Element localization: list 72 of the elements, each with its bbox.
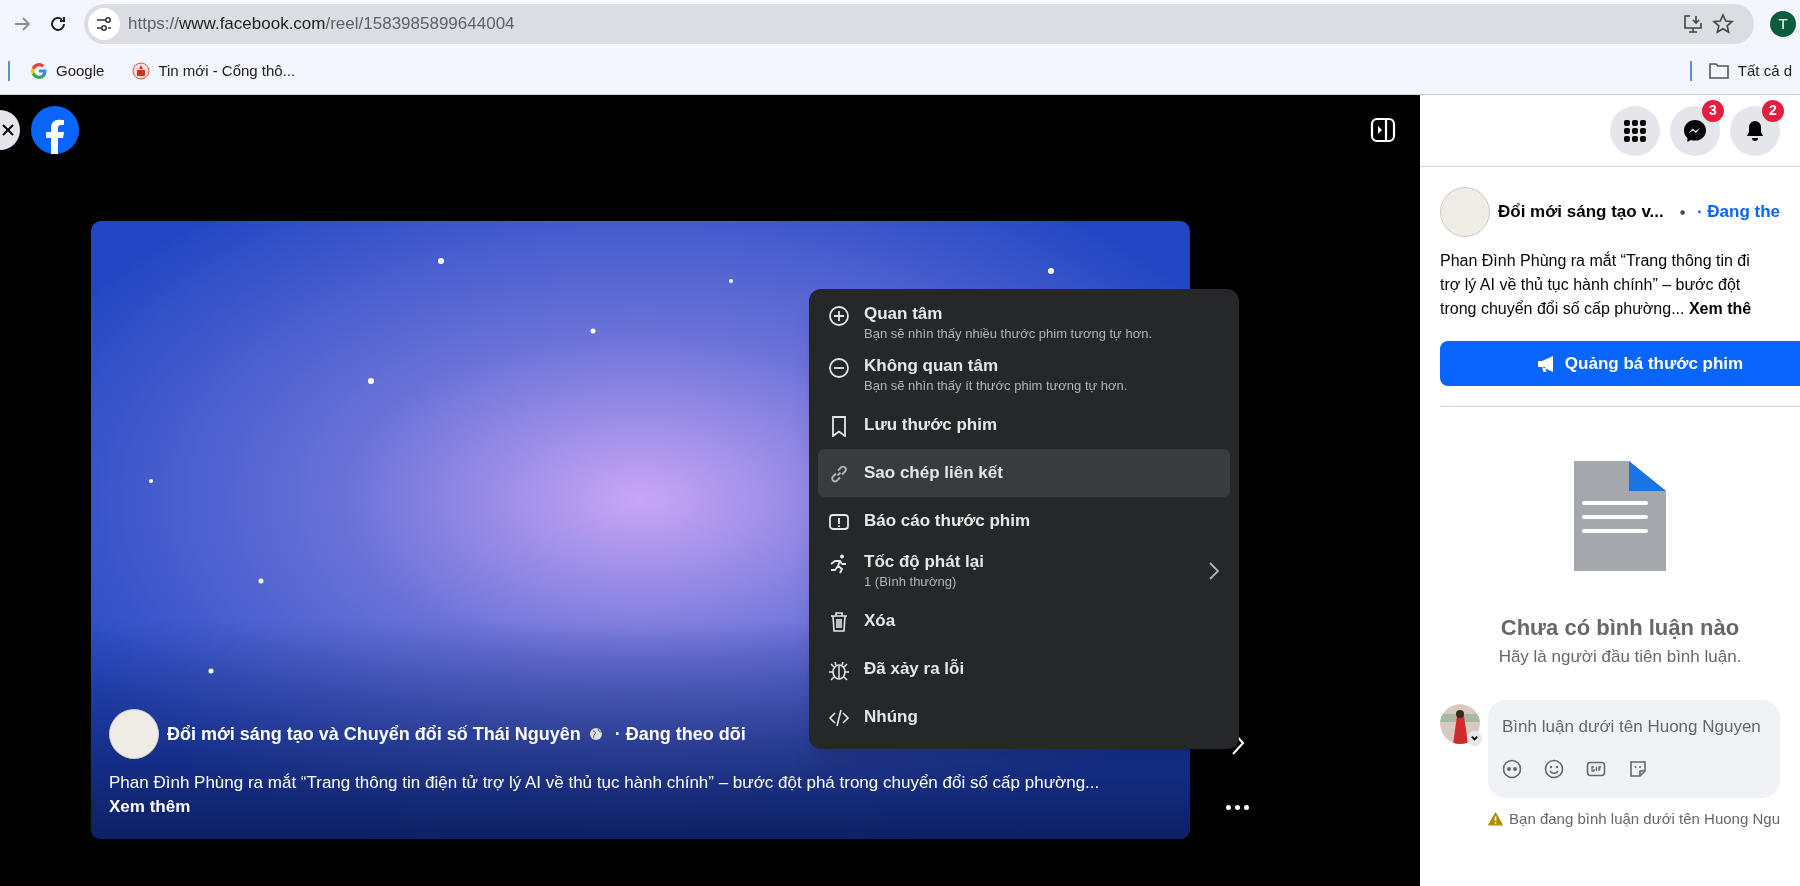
- folder-icon[interactable]: [1707, 61, 1730, 81]
- menu-item[interactable]: Không quan tâm Bạn sẽ nhìn thấy ít thước phim tương tự hơn.: [818, 349, 1230, 401]
- menu-item-label: Quan tâm: [864, 303, 944, 325]
- alert-icon: [828, 511, 850, 533]
- menu-item[interactable]: Tốc độ phát lại 1 (Bình thường): [818, 545, 1230, 597]
- gif-icon[interactable]: [1586, 759, 1606, 779]
- bookmark-link[interactable]: Google: [56, 59, 105, 83]
- comment-input[interactable]: Bình luận dưới tên Huong Nguyen: [1502, 713, 1766, 739]
- install-icon[interactable]: [1682, 13, 1704, 35]
- link-icon: [828, 463, 850, 485]
- google-logo-icon[interactable]: [30, 62, 48, 80]
- globe-icon: [588, 727, 603, 741]
- menu-button[interactable]: [1610, 105, 1660, 156]
- menu-item[interactable]: Sao chép liên kết: [818, 449, 1230, 497]
- menu-item[interactable]: Báo cáo thước phim: [818, 497, 1230, 545]
- sticker-icon[interactable]: [1628, 759, 1648, 779]
- menu-grid-icon: [1623, 118, 1647, 143]
- minus-circle-icon: [828, 357, 850, 379]
- site-info-icon[interactable]: [88, 8, 120, 40]
- facebook-logo-icon[interactable]: [31, 106, 79, 154]
- post-caption-line: Phan Đình Phùng ra mắt “Trang thông tin đi: [1440, 250, 1751, 271]
- site-emblem-icon[interactable]: [132, 62, 151, 80]
- post-caption-line: trong chuyển đổi số cấp phường... Xem thê: [1440, 299, 1753, 319]
- star-icon[interactable]: [1712, 13, 1734, 35]
- menu-item-label: Lưu thước phim: [864, 414, 999, 436]
- close-icon: [2, 124, 14, 136]
- menu-item-description: 1 (Bình thường): [864, 573, 958, 591]
- code-icon: [828, 707, 850, 729]
- profile-avatar[interactable]: T: [1770, 11, 1796, 37]
- url-text[interactable]: https://www.facebook.com/reel/1583985899644004: [128, 11, 1674, 37]
- menu-item[interactable]: Xóa: [818, 597, 1230, 645]
- reel-caption: Phan Đình Phùng ra mắt “Trang thông tin điện tử trợ lý AI về thủ tục hành chính” – bước đột phá trong chuyển đổi số cấp phường... Xem thêm: [109, 772, 1101, 818]
- address-bar[interactable]: https://www.facebook.com/reel/1583985899644004: [84, 4, 1754, 44]
- emoji-icon[interactable]: [1544, 759, 1564, 779]
- messenger-icon: [1682, 117, 1708, 144]
- notifications-button[interactable]: [1730, 105, 1780, 156]
- page-name[interactable]: Đổi mới sáng tạo và Chuyển đổi số Thái Nguyên: [167, 720, 581, 748]
- menu-item-description: Bạn sẽ nhìn thấy ít thước phim tương tự hơn.: [864, 377, 1129, 395]
- menu-item-label: Báo cáo thước phim: [864, 510, 1032, 532]
- trash-icon: [828, 611, 850, 633]
- empty-comments-title: Chưa có bình luận nào: [1500, 614, 1740, 642]
- page-name[interactable]: Đổi mới sáng tạo v...: [1498, 199, 1664, 225]
- menu-item-label: Đã xảy ra lỗi: [864, 658, 966, 680]
- menu-item[interactable]: Nhúng: [818, 693, 1230, 741]
- follow-status[interactable]: · Đang theo dõi: [614, 720, 746, 748]
- post-caption-line: trợ lý AI về thủ tục hành chính” – bước đột: [1440, 275, 1742, 295]
- bookmark-link[interactable]: Tin mới - Cổng thô...: [158, 59, 296, 83]
- menu-item-label: Tốc độ phát lại: [864, 551, 985, 573]
- sidebar-toggle-icon[interactable]: [1370, 117, 1396, 143]
- menu-item-label: Không quan tâm: [864, 355, 1000, 377]
- follow-status[interactable]: · Đang the: [1696, 199, 1780, 225]
- reload-icon[interactable]: [48, 14, 68, 34]
- menu-item-label: Xóa: [864, 610, 897, 632]
- bookmark-folder-label[interactable]: Tất cả d: [1737, 59, 1792, 83]
- empty-comments-subtitle: Hãy là người đầu tiên bình luận.: [1498, 646, 1742, 668]
- document-icon: [1574, 461, 1666, 571]
- promote-button[interactable]: Quảng bá thước phim: [1440, 341, 1800, 386]
- menu-item[interactable]: Quan tâm Bạn sẽ nhìn thấy nhiều thước phim tương tự hơn.: [818, 297, 1230, 349]
- menu-item-label: Sao chép liên kết: [864, 462, 1004, 484]
- avatar-sticker-icon[interactable]: [1502, 759, 1522, 779]
- menu-item-description: Bạn sẽ nhìn thấy nhiều thước phim tương tự hơn.: [864, 325, 1153, 343]
- messenger-button[interactable]: [1670, 105, 1720, 156]
- menu-item-label: Nhúng: [864, 706, 919, 728]
- menu-item[interactable]: Đã xảy ra lỗi: [818, 645, 1230, 693]
- notification-badge: 2: [1762, 99, 1784, 122]
- plus-circle-icon: [828, 305, 850, 327]
- warning-icon: [1488, 810, 1504, 827]
- menu-item[interactable]: Lưu thước phim: [818, 401, 1230, 449]
- comment-field[interactable]: Bình luận dưới tên Huong Nguyen: [1488, 699, 1780, 798]
- notification-badge: 3: [1702, 99, 1724, 122]
- bug-icon: [828, 659, 850, 681]
- comment-identity-warning: Bạn đang bình luận dưới tên Huong Ngu: [1509, 808, 1780, 829]
